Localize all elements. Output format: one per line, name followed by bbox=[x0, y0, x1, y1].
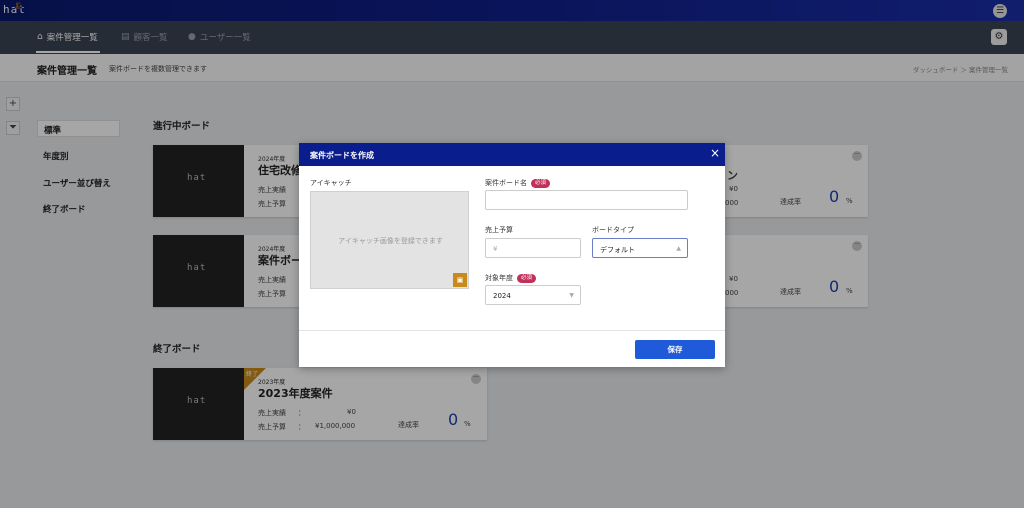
required-badge: 必須 bbox=[531, 178, 551, 188]
modal-title: 案件ボードを作成 bbox=[310, 151, 374, 160]
save-button[interactable]: 保存 bbox=[635, 340, 715, 359]
modal-footer-divider bbox=[299, 330, 725, 331]
required-badge: 必須 bbox=[517, 273, 537, 283]
board-type-value: デフォルト bbox=[600, 246, 635, 254]
board-name-label: 案件ボード名 必須 bbox=[485, 178, 551, 188]
target-year-label: 対象年度 必須 bbox=[485, 273, 537, 283]
target-year-select[interactable]: 2024 ▼ bbox=[485, 285, 581, 305]
budget-input[interactable]: ¥ bbox=[485, 238, 581, 258]
modal-header: 案件ボードを作成 × bbox=[299, 143, 725, 166]
target-year-value: 2024 bbox=[493, 292, 511, 300]
budget-label: 売上予算 bbox=[485, 226, 513, 234]
chevron-up-icon: ▲ bbox=[676, 245, 681, 252]
board-type-select[interactable]: デフォルト ▲ bbox=[592, 238, 688, 258]
chevron-down-icon: ▼ bbox=[569, 292, 574, 299]
board-name-input[interactable] bbox=[485, 190, 688, 210]
target-year-label-text: 対象年度 bbox=[485, 274, 513, 282]
eyecatch-label: アイキャッチ bbox=[310, 179, 352, 187]
camera-icon[interactable]: ▣ bbox=[453, 273, 467, 287]
close-icon[interactable]: × bbox=[710, 146, 720, 160]
board-type-label: ボードタイプ bbox=[592, 226, 634, 234]
create-board-modal: 案件ボードを作成 × アイキャッチ アイキャッチ画像を登録できます ▣ 案件ボー… bbox=[299, 143, 725, 367]
currency-prefix: ¥ bbox=[493, 245, 498, 253]
eyecatch-upload-area[interactable]: アイキャッチ画像を登録できます ▣ bbox=[310, 191, 469, 289]
eyecatch-placeholder: アイキャッチ画像を登録できます bbox=[338, 237, 443, 245]
board-name-label-text: 案件ボード名 bbox=[485, 179, 527, 187]
